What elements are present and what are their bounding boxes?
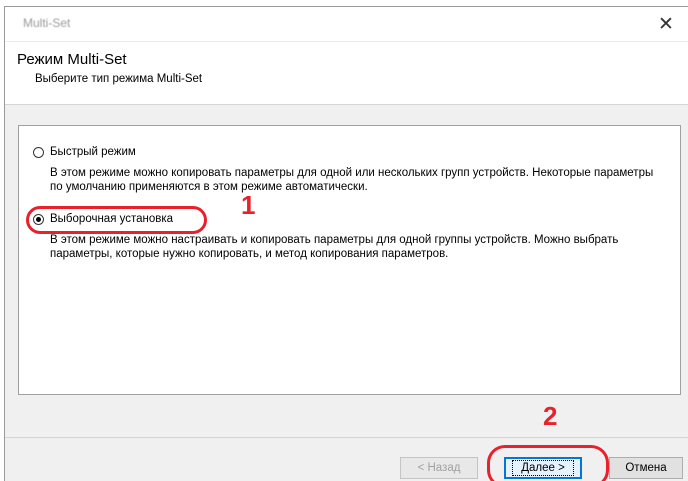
- quick-mode-description: В этом режиме можно копировать параметры…: [50, 167, 654, 193]
- header-area: Режим Multi-Set Выберите тип режима Mult…: [5, 41, 688, 105]
- title-bar: Multi-Set ✕: [5, 7, 688, 41]
- page-title: Режим Multi-Set: [17, 51, 127, 68]
- multiset-dialog: Multi-Set ✕ Режим Multi-Set Выберите тип…: [4, 6, 688, 481]
- step1-number: 1: [241, 190, 256, 220]
- window-title: Multi-Set: [23, 16, 71, 30]
- step1-highlight: [26, 206, 207, 234]
- cancel-button[interactable]: Отмена: [609, 457, 683, 479]
- quick-mode-radio[interactable]: [33, 146, 44, 158]
- close-icon: ✕: [658, 13, 674, 35]
- footer-divider: [5, 437, 688, 438]
- page-subtitle: Выберите тип режима Multi-Set: [35, 73, 203, 85]
- step2-highlight: [487, 445, 609, 481]
- back-button[interactable]: < Назад: [400, 457, 478, 479]
- custom-setup-description: В этом режиме можно настраивать и копиро…: [50, 234, 619, 260]
- close-button[interactable]: ✕: [644, 7, 688, 41]
- quick-mode-label: Быстрый режим: [50, 146, 136, 158]
- step2-number: 2: [543, 401, 558, 431]
- mode-options-panel: Быстрый режим В этом режиме можно копиро…: [18, 125, 681, 395]
- quick-mode-option[interactable]: Быстрый режим: [33, 146, 136, 158]
